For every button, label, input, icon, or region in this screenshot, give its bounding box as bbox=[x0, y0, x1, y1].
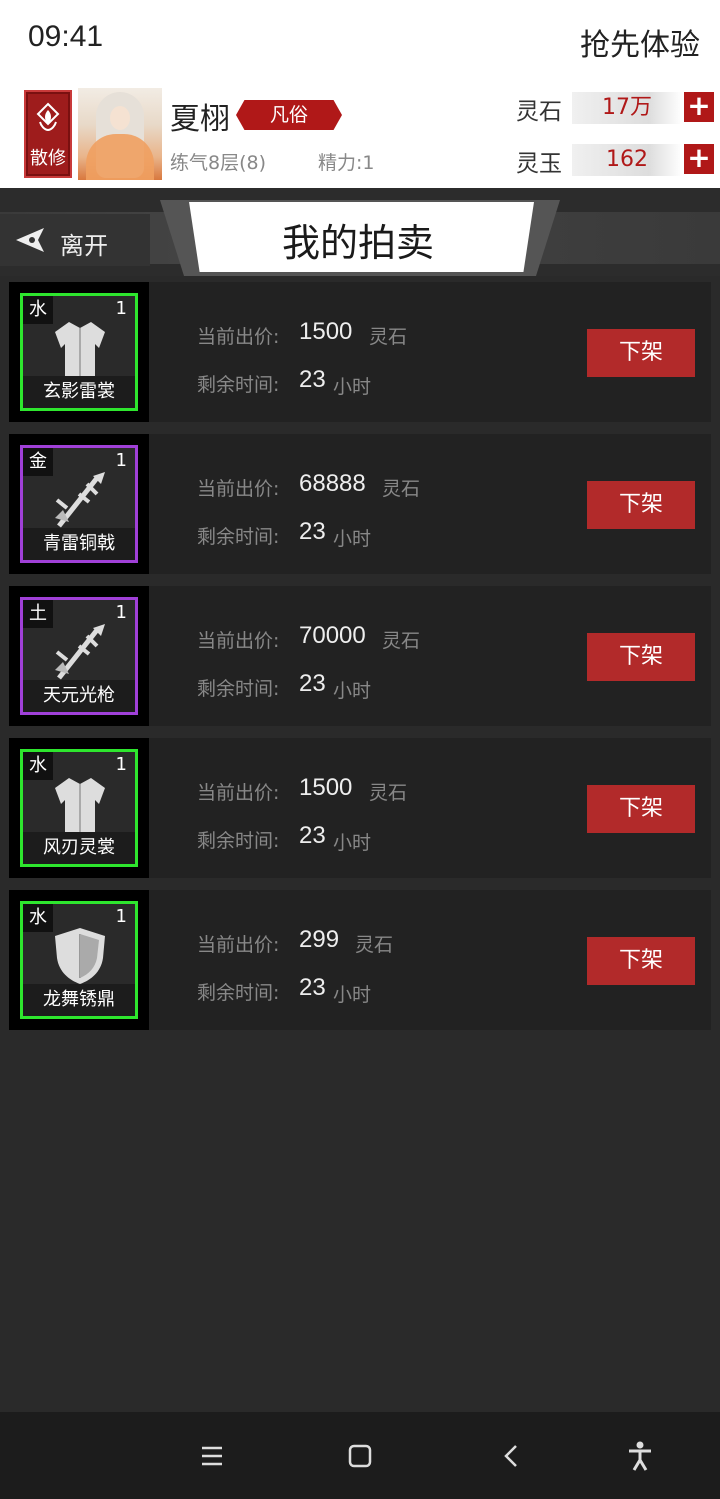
delist-button[interactable]: 下架 bbox=[587, 633, 695, 681]
sect-badge[interactable]: 散修 bbox=[24, 90, 72, 178]
hour-unit: 小时 bbox=[333, 984, 372, 1006]
remaining-time-value: 23 bbox=[299, 366, 326, 393]
clock: 09:41 bbox=[28, 20, 104, 53]
title-bar: 离开 我的拍卖 bbox=[0, 188, 720, 276]
current-bid-value: 299 bbox=[299, 926, 340, 953]
remaining-time-label: 剩余时间: bbox=[197, 374, 280, 396]
item-name: 风刃灵裳 bbox=[23, 832, 135, 864]
sect-badge-label: 散修 bbox=[30, 148, 66, 169]
robe-icon bbox=[55, 322, 105, 376]
halberd-icon bbox=[55, 472, 105, 528]
price-unit: 灵石 bbox=[355, 934, 394, 956]
item-name: 玄影雷裳 bbox=[23, 376, 135, 408]
rank-badge: 凡俗 bbox=[236, 100, 342, 130]
current-bid-value: 68888 bbox=[299, 470, 366, 497]
shield-icon bbox=[55, 928, 105, 984]
price-unit: 灵石 bbox=[382, 478, 421, 500]
home-icon[interactable] bbox=[342, 1440, 378, 1472]
remaining-time-value: 23 bbox=[299, 822, 326, 849]
early-access-link[interactable]: 抢先体验 bbox=[580, 20, 700, 64]
price-unit: 灵石 bbox=[369, 326, 408, 348]
avatar[interactable] bbox=[78, 88, 162, 180]
hour-unit: 小时 bbox=[333, 528, 372, 550]
current-bid-value: 70000 bbox=[299, 622, 366, 649]
robe-icon bbox=[55, 778, 105, 832]
remaining-time-label: 剩余时间: bbox=[197, 982, 280, 1004]
item-name: 龙舞锈鼎 bbox=[23, 984, 135, 1016]
current-bid-value: 1500 bbox=[299, 318, 353, 345]
back-arrow-icon bbox=[16, 228, 44, 252]
hour-unit: 小时 bbox=[333, 376, 372, 398]
hour-unit: 小时 bbox=[333, 832, 372, 854]
back-icon[interactable] bbox=[494, 1440, 530, 1472]
remaining-time-value: 23 bbox=[299, 518, 326, 545]
system-nav-bar bbox=[0, 1412, 720, 1499]
list-item: 土 1 天元光枪 当前出价: 70000 灵石 剩余时间: 23 小时 下架 bbox=[9, 586, 711, 726]
add-spirit-stone-button[interactable]: + bbox=[684, 92, 714, 122]
delist-button[interactable]: 下架 bbox=[587, 329, 695, 377]
spear-icon bbox=[55, 624, 105, 680]
item-quantity: 1 bbox=[115, 906, 127, 927]
energy-value: 精力:1 bbox=[318, 152, 375, 174]
list-item: 金 1 青雷铜戟 当前出价: 68888 灵石 剩余时间: 23 小时 下架 bbox=[9, 434, 711, 574]
spirit-stone-value: 17万 bbox=[572, 92, 682, 124]
spirit-jade-value: 162 bbox=[572, 144, 682, 176]
remaining-time-label: 剩余时间: bbox=[197, 526, 280, 548]
delist-button[interactable]: 下架 bbox=[587, 785, 695, 833]
remaining-time-label: 剩余时间: bbox=[197, 678, 280, 700]
price-unit: 灵石 bbox=[369, 782, 408, 804]
item-thumbnail[interactable]: 水 1 风刃灵裳 bbox=[9, 738, 149, 878]
item-name: 天元光枪 bbox=[23, 680, 135, 712]
item-quantity: 1 bbox=[115, 450, 127, 471]
add-spirit-jade-button[interactable]: + bbox=[684, 144, 714, 174]
remaining-time-value: 23 bbox=[299, 670, 326, 697]
current-bid-label: 当前出价: bbox=[197, 326, 280, 348]
item-thumbnail[interactable]: 水 1 龙舞锈鼎 bbox=[9, 890, 149, 1030]
player-profile: 散修 夏栩 凡俗 练气8层(8) 精力:1 灵石 17万 + 灵玉 162 + bbox=[0, 80, 720, 188]
item-quantity: 1 bbox=[115, 754, 127, 775]
list-item: 水 1 龙舞锈鼎 当前出价: 299 灵石 剩余时间: 23 小时 下架 bbox=[9, 890, 711, 1030]
cultivation-level: 练气8层(8) bbox=[170, 152, 267, 174]
page-title: 我的拍卖 bbox=[281, 221, 434, 265]
hour-unit: 小时 bbox=[333, 680, 372, 702]
item-thumbnail[interactable]: 水 1 玄影雷裳 bbox=[9, 282, 149, 422]
item-name: 青雷铜戟 bbox=[23, 528, 135, 560]
item-quantity: 1 bbox=[115, 602, 127, 623]
price-unit: 灵石 bbox=[382, 630, 421, 652]
leave-button[interactable]: 离开 bbox=[0, 214, 150, 266]
accessibility-icon[interactable] bbox=[622, 1440, 658, 1472]
menu-icon[interactable] bbox=[194, 1440, 230, 1472]
current-bid-label: 当前出价: bbox=[197, 478, 280, 500]
list-item: 水 1 玄影雷裳 当前出价: 1500 灵石 剩余时间: 23 小时 下架 bbox=[9, 282, 711, 422]
current-bid-label: 当前出价: bbox=[197, 782, 280, 804]
delist-button[interactable]: 下架 bbox=[587, 937, 695, 985]
remaining-time-value: 23 bbox=[299, 974, 326, 1001]
leave-label: 离开 bbox=[60, 232, 108, 260]
item-quantity: 1 bbox=[115, 298, 127, 319]
item-thumbnail[interactable]: 金 1 青雷铜戟 bbox=[9, 434, 149, 574]
remaining-time-label: 剩余时间: bbox=[197, 830, 280, 852]
spirit-stone-label: 灵石 bbox=[516, 99, 562, 125]
item-thumbnail[interactable]: 土 1 天元光枪 bbox=[9, 586, 149, 726]
status-bar: 09:41 抢先体验 bbox=[0, 0, 720, 80]
delist-button[interactable]: 下架 bbox=[587, 481, 695, 529]
lotus-emblem-icon bbox=[36, 102, 60, 132]
current-bid-value: 1500 bbox=[299, 774, 353, 801]
spirit-jade-label: 灵玉 bbox=[516, 151, 562, 177]
list-item: 水 1 风刃灵裳 当前出价: 1500 灵石 剩余时间: 23 小时 下架 bbox=[9, 738, 711, 878]
current-bid-label: 当前出价: bbox=[197, 934, 280, 956]
player-name: 夏栩 bbox=[170, 102, 230, 137]
current-bid-label: 当前出价: bbox=[197, 630, 280, 652]
